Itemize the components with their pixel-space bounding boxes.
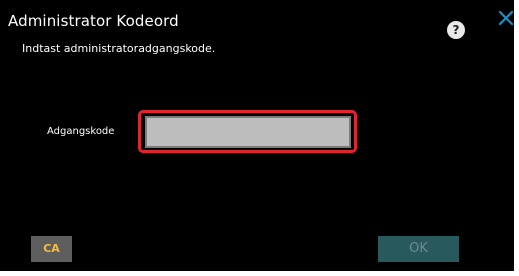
dialog-title: Administrator Kodeord — [8, 12, 179, 30]
dialog-instruction: Indtast administratoradgangskode. — [22, 42, 216, 55]
clear-all-button[interactable]: CA — [31, 236, 72, 262]
password-label: Adgangskode — [47, 126, 115, 137]
question-mark-icon: ? — [452, 23, 460, 37]
close-icon[interactable] — [497, 9, 515, 27]
password-input[interactable] — [145, 116, 351, 148]
ok-button[interactable]: OK — [378, 236, 459, 262]
password-dialog: Administrator Kodeord ? Indtast administ… — [0, 0, 514, 271]
help-button[interactable]: ? — [447, 21, 465, 39]
